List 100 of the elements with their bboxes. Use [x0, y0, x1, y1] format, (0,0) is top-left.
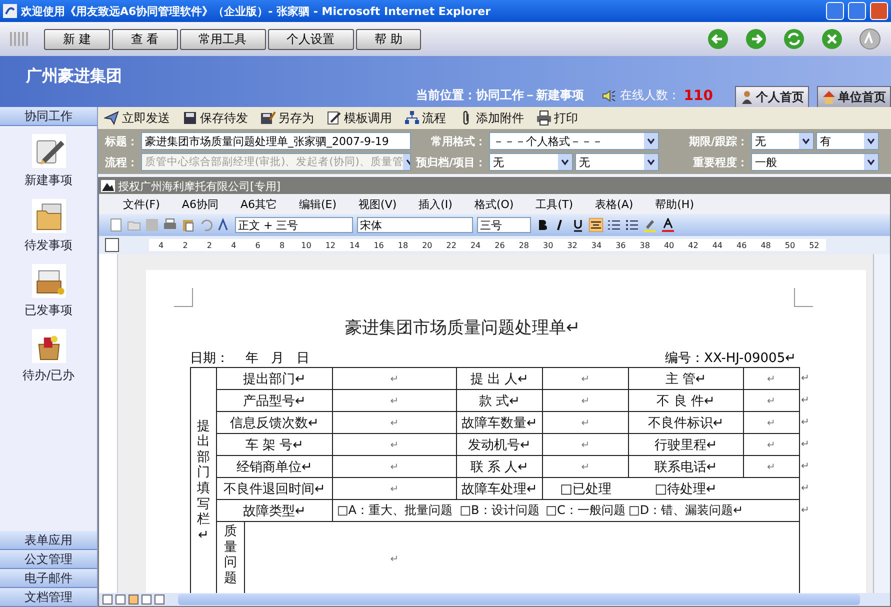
menu-button[interactable]: 常用工具: [180, 28, 266, 50]
table-cell: 不 良 件↵: [628, 390, 744, 412]
sidebar-section[interactable]: 文档管理: [0, 588, 97, 607]
row-end-mark: ↵: [799, 368, 812, 390]
caret-icon[interactable]: [864, 154, 878, 170]
window-title: 欢迎使用《用友致远A6协同管理软件》（企业版）- 张家驷 - Microsoft Internet Explorer: [21, 4, 492, 18]
crop-mark: [174, 288, 193, 307]
toolbar-button[interactable]: 打印: [536, 110, 578, 126]
font-select[interactable]: 宋体: [357, 217, 473, 233]
importance-select[interactable]: 一般: [751, 153, 879, 171]
table-cell: □D：错、漏装问题↵: [628, 500, 744, 522]
row-end-mark: ↵: [799, 412, 812, 434]
track-select[interactable]: 有: [816, 132, 879, 150]
table-cell: 故障车数量↵: [456, 412, 542, 434]
online-count: 110: [684, 88, 713, 104]
view-mode-icon[interactable]: [128, 594, 139, 605]
menu-item[interactable]: 编辑(E): [298, 196, 337, 212]
horizontal-scrollbar[interactable]: [178, 594, 860, 605]
toolbar-button[interactable]: 立即发送: [104, 110, 170, 126]
box-icon: [32, 329, 66, 363]
caret-icon[interactable]: [644, 133, 658, 149]
bullet-list-icon[interactable]: [625, 218, 639, 232]
close-button[interactable]: [870, 2, 888, 20]
caret-icon[interactable]: [558, 154, 572, 170]
sidebar-item[interactable]: 待发事项: [0, 191, 97, 256]
menu-item[interactable]: 工具(T): [536, 196, 574, 212]
table-cell: ↵: [542, 434, 628, 456]
subject-field[interactable]: 豪进集团市场质量问题处理单_张家驷_2007-9-19: [141, 132, 411, 150]
back-icon[interactable]: [707, 28, 729, 50]
size-select[interactable]: 三号: [477, 217, 531, 233]
menu-item[interactable]: 插入(I): [418, 196, 452, 212]
menu-item[interactable]: A6协同: [182, 196, 218, 212]
archive-select[interactable]: 无: [489, 153, 573, 171]
toolbar-button[interactable]: 模板调用: [326, 110, 392, 126]
toolbar-button[interactable]: 流程: [404, 110, 446, 126]
sidebar-section[interactable]: 表单应用: [0, 531, 97, 550]
menu-item[interactable]: 视图(V): [358, 196, 397, 212]
underline-icon[interactable]: [571, 218, 585, 232]
compose-icon: [32, 134, 66, 168]
menu-item[interactable]: A6其它: [240, 196, 277, 212]
menu-button[interactable]: 帮 助: [356, 28, 422, 50]
forward-icon[interactable]: [745, 28, 767, 50]
menu-button[interactable]: 个人设置: [268, 28, 354, 50]
table-cell: 发动机号↵: [456, 434, 542, 456]
table-cell: 信息反馈次数↵: [216, 412, 332, 434]
menu-item[interactable]: 表格(A): [595, 196, 634, 212]
refresh-icon[interactable]: [783, 28, 805, 50]
sidebar-item[interactable]: 新建事项: [0, 126, 97, 191]
maximize-button[interactable]: [848, 2, 866, 20]
menu-button[interactable]: 查 看: [112, 28, 178, 50]
table-cell: 故障类型↵: [216, 500, 332, 522]
home-tab[interactable]: 个人首页: [735, 86, 809, 107]
table-cell: 提出部门↵: [216, 368, 332, 390]
logo-icon[interactable]: [859, 28, 881, 50]
toolbar-button[interactable]: 保存待发: [182, 110, 248, 126]
menu-item[interactable]: 格式(O): [474, 196, 514, 212]
view-mode-icon[interactable]: [115, 594, 126, 605]
deadline-select[interactable]: 无: [751, 132, 814, 150]
table-cell: 不良件标识↵: [628, 412, 744, 434]
sidebar-header[interactable]: 协同工作: [0, 107, 97, 126]
caret-icon[interactable]: [799, 133, 813, 149]
menu-item[interactable]: 帮助(H): [655, 196, 694, 212]
project-select[interactable]: 无: [575, 153, 659, 171]
sidebar-item[interactable]: 待办/已办: [0, 321, 97, 386]
view-mode-icon[interactable]: [141, 594, 152, 605]
view-mode-icon[interactable]: [154, 594, 165, 605]
table-cell: ↵: [332, 456, 456, 478]
print-icon[interactable]: [163, 218, 177, 232]
align-center-icon[interactable]: [589, 218, 603, 232]
field-label: 常用格式：: [430, 134, 487, 148]
numbered-list-icon[interactable]: [607, 218, 621, 232]
style-select[interactable]: 正文 + 三号: [235, 217, 353, 233]
minimize-button[interactable]: [826, 2, 844, 20]
sidebar-section[interactable]: 公文管理: [0, 550, 97, 569]
paste-icon[interactable]: [181, 218, 195, 232]
sidebar-section[interactable]: 电子邮件: [0, 569, 97, 588]
caret-icon[interactable]: [644, 154, 658, 170]
format-select[interactable]: －－－个人格式－－－: [489, 132, 659, 150]
table-cell: 主 管↵: [628, 368, 744, 390]
speaker-icon[interactable]: [602, 88, 616, 102]
table-cell: 不良件退回时间↵: [216, 478, 332, 500]
font-color-icon[interactable]: [661, 218, 675, 232]
sidebar-item[interactable]: 已发事项: [0, 256, 97, 321]
close-icon[interactable]: [821, 28, 843, 50]
vertical-scrollbar[interactable]: [873, 254, 890, 593]
toolbar-button[interactable]: 添加附件: [458, 110, 524, 126]
caret-icon[interactable]: [864, 133, 878, 149]
folder-icon: [32, 199, 66, 233]
home-tab[interactable]: 单位首页: [817, 86, 891, 107]
menu-button[interactable]: 新 建: [44, 28, 110, 50]
highlight-icon[interactable]: [643, 218, 657, 232]
toolbar-button[interactable]: 另存为: [260, 110, 314, 126]
table-cell: ↵: [332, 478, 456, 500]
table-cell: ↵: [332, 390, 456, 412]
crop-mark: [794, 288, 813, 307]
menu-item[interactable]: 文件(F): [123, 196, 160, 212]
tab-selector-icon[interactable]: [105, 238, 119, 252]
view-mode-icon[interactable]: [102, 594, 113, 605]
new-document-icon[interactable]: [109, 218, 123, 232]
house-icon: [822, 90, 836, 104]
